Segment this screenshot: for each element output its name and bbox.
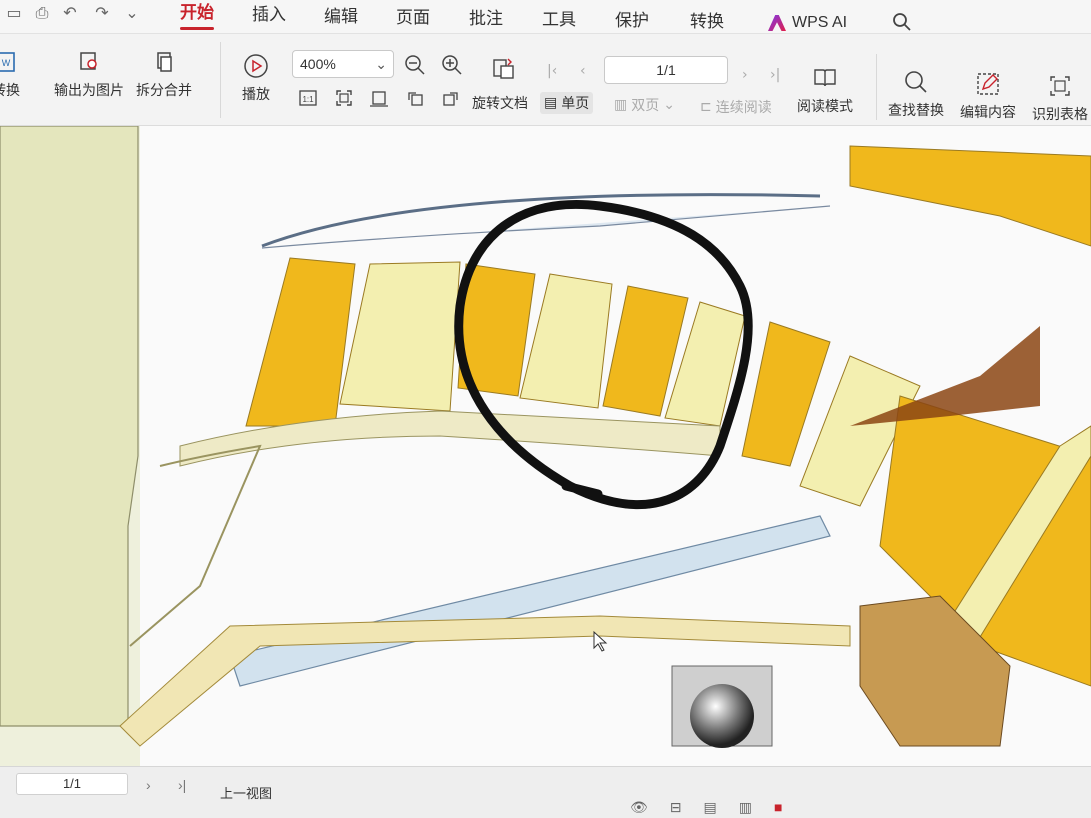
chevron-down-icon[interactable]: ⌄ bbox=[122, 4, 142, 24]
tab-annotate[interactable]: 批注 bbox=[469, 8, 503, 30]
convert-label: 转换 bbox=[0, 83, 20, 99]
status-view-icons: 👁 ⊟ ▤ ▥ ■ bbox=[630, 799, 782, 816]
tab-page[interactable]: 页面 bbox=[396, 7, 430, 29]
save-icon[interactable]: ▭ bbox=[4, 4, 24, 24]
rotate-left-icon[interactable] bbox=[405, 88, 425, 108]
single-page-button[interactable]: ▤ 单页 bbox=[540, 92, 594, 114]
outer-duct-fill bbox=[261, 205, 831, 249]
zoom-select[interactable]: 400% ⌄ bbox=[292, 50, 394, 78]
convert-button[interactable]: W 转换 bbox=[0, 48, 20, 100]
prev-page-icon[interactable]: ‹ bbox=[580, 60, 586, 82]
edit-content-button[interactable]: 编辑内容 bbox=[960, 70, 1016, 122]
split-merge-button[interactable]: 拆分合并 bbox=[136, 48, 192, 100]
print-icon[interactable]: ⎙ bbox=[32, 4, 52, 24]
edit-content-label: 编辑内容 bbox=[960, 105, 1016, 121]
inner-shaft bbox=[229, 515, 831, 687]
single-page-label: 单页 bbox=[561, 96, 590, 112]
undo-icon[interactable]: ↶ bbox=[60, 4, 80, 24]
tab-convert[interactable]: 转换 bbox=[690, 11, 724, 33]
reading-mode-label: 阅读模式 bbox=[797, 99, 853, 115]
actual-size-icon[interactable]: 1:1 bbox=[298, 88, 318, 108]
recognize-table-label: 识别表格 bbox=[1032, 107, 1088, 123]
next-page-icon[interactable]: › bbox=[742, 64, 748, 86]
first-page-icon[interactable]: |‹ bbox=[547, 60, 557, 82]
redo-icon[interactable]: ↷ bbox=[92, 4, 112, 24]
chevron-down-icon: ⌄ bbox=[663, 97, 675, 113]
table-recognize-icon bbox=[1046, 72, 1074, 100]
status-page-number[interactable]: 1/1 bbox=[16, 773, 128, 795]
double-page-icon: ▥ bbox=[614, 97, 628, 113]
tab-protect[interactable]: 保护 bbox=[615, 10, 649, 32]
previous-view-button[interactable]: 上一视图 bbox=[220, 783, 272, 802]
zoom-value: 400% bbox=[300, 56, 336, 72]
zoom-out-icon[interactable] bbox=[404, 54, 426, 76]
compressor-blades bbox=[245, 257, 921, 507]
recognize-table-button[interactable]: 识别表格 bbox=[1032, 72, 1088, 124]
menu-bar: ▭ ⎙ ↶ ↷ ⌄ 开始 插入 编辑 页面 批注 工具 保护 转换 WPS AI bbox=[0, 0, 1091, 34]
double-page-label: 双页 bbox=[631, 98, 660, 114]
svg-text:W: W bbox=[2, 58, 11, 68]
play-button[interactable]: 播放 bbox=[242, 52, 270, 104]
double-page-button[interactable]: ▥ 双页 ⌄ bbox=[614, 94, 675, 116]
document-canvas[interactable] bbox=[0, 126, 1091, 766]
outer-duct bbox=[261, 193, 821, 248]
rotate-document-icon[interactable] bbox=[490, 56, 516, 82]
continuous-reading-button[interactable]: ⊏ 连续阅读 bbox=[700, 96, 772, 118]
continuous-reading-label: 连续阅读 bbox=[715, 100, 772, 116]
status-next-page-icon[interactable]: › bbox=[146, 777, 151, 793]
single-page-icon[interactable]: ▤ bbox=[704, 799, 717, 816]
single-page-icon: ▤ bbox=[544, 95, 558, 111]
find-replace-button[interactable]: 查找替换 bbox=[888, 68, 944, 120]
play-label: 播放 bbox=[242, 87, 270, 103]
chevron-down-icon: ⌄ bbox=[375, 56, 387, 72]
status-last-page-icon[interactable]: ›| bbox=[178, 777, 186, 793]
tab-tools[interactable]: 工具 bbox=[542, 9, 576, 31]
rotate-document-label: 旋转文档 bbox=[472, 96, 528, 112]
tab-insert[interactable]: 插入 bbox=[252, 4, 286, 26]
split-merge-label: 拆分合并 bbox=[136, 83, 192, 99]
search-icon[interactable] bbox=[892, 12, 912, 32]
toolbar-divider bbox=[876, 54, 877, 120]
fit-page-icon[interactable] bbox=[334, 88, 354, 108]
rotate-document-button[interactable]: 旋转文档 bbox=[472, 92, 528, 114]
toolbar: W 转换 输出为图片 拆分合并 播放 400% ⌄ 1:1 旋转文档 |‹ bbox=[0, 34, 1091, 126]
last-page-icon[interactable]: ›| bbox=[770, 64, 780, 86]
fit-width-icon[interactable] bbox=[369, 88, 389, 108]
wps-ai-button[interactable]: WPS AI bbox=[768, 12, 847, 34]
svg-text:1:1: 1:1 bbox=[302, 95, 314, 104]
status-page-value: 1/1 bbox=[62, 776, 82, 791]
find-replace-label: 查找替换 bbox=[888, 103, 944, 119]
wps-ai-label: WPS AI bbox=[792, 14, 848, 31]
export-image-button[interactable]: 输出为图片 bbox=[54, 48, 124, 100]
tab-edit[interactable]: 编辑 bbox=[324, 6, 358, 28]
fit-icon[interactable]: ⊟ bbox=[670, 799, 682, 816]
edit-icon bbox=[974, 70, 1002, 98]
double-page-icon[interactable]: ▥ bbox=[739, 799, 752, 816]
export-image-label: 输出为图片 bbox=[54, 83, 124, 99]
eye-icon[interactable]: 👁 bbox=[630, 799, 648, 816]
page-number-input[interactable]: 1/1 bbox=[604, 56, 728, 84]
book-icon bbox=[811, 64, 839, 92]
status-bar: 1/1 › ›| 上一视图 👁 ⊟ ▤ ▥ ■ bbox=[0, 766, 1091, 818]
split-merge-icon bbox=[150, 48, 178, 76]
find-icon bbox=[902, 68, 930, 96]
red-tag-icon[interactable]: ■ bbox=[774, 799, 782, 816]
engine-cross-section-drawing bbox=[0, 126, 1091, 766]
page-number-value: 1/1 bbox=[656, 62, 676, 78]
play-icon bbox=[242, 52, 270, 80]
casing-left bbox=[0, 126, 139, 727]
zoom-in-icon[interactable] bbox=[441, 54, 463, 76]
toolbar-divider bbox=[220, 42, 221, 118]
convert-icon: W bbox=[0, 48, 20, 76]
bearing-ball bbox=[690, 684, 754, 748]
wps-ai-logo-icon bbox=[768, 15, 786, 31]
casing-top-right bbox=[849, 145, 1091, 247]
rotate-right-icon[interactable] bbox=[441, 88, 461, 108]
image-export-icon bbox=[75, 48, 103, 76]
support-arm bbox=[129, 444, 262, 647]
reading-mode-button[interactable]: 阅读模式 bbox=[797, 64, 853, 116]
tab-home[interactable]: 开始 bbox=[180, 2, 214, 30]
continuous-reading-icon: ⊏ bbox=[700, 99, 712, 115]
